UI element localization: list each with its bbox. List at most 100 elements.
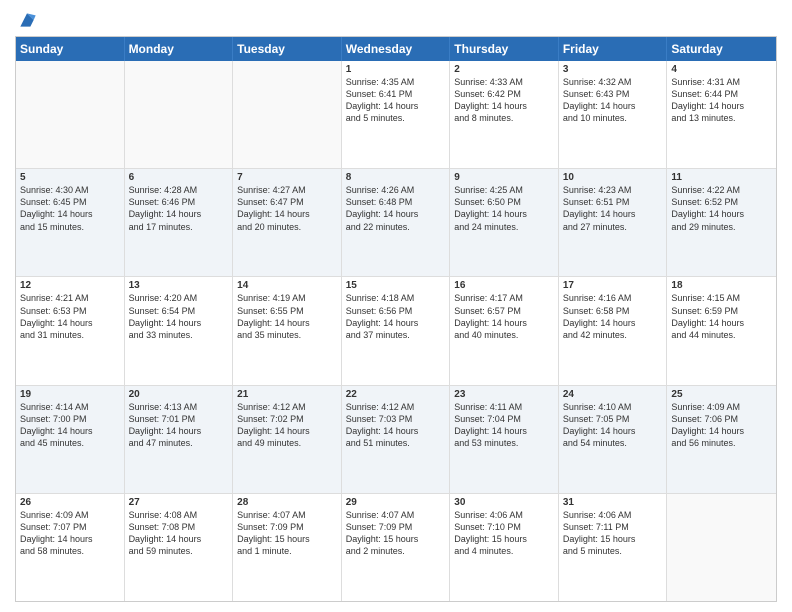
cell-info: Sunrise: 4:11 AM Sunset: 7:04 PM Dayligh…: [454, 401, 554, 450]
day-number: 14: [237, 280, 337, 291]
day-number: 19: [20, 389, 120, 400]
cell-info: Sunrise: 4:09 AM Sunset: 7:07 PM Dayligh…: [20, 509, 120, 558]
cell-info: Sunrise: 4:17 AM Sunset: 6:57 PM Dayligh…: [454, 292, 554, 341]
cell-info: Sunrise: 4:12 AM Sunset: 7:03 PM Dayligh…: [346, 401, 446, 450]
cell-info: Sunrise: 4:32 AM Sunset: 6:43 PM Dayligh…: [563, 76, 663, 125]
cell-info: Sunrise: 4:25 AM Sunset: 6:50 PM Dayligh…: [454, 184, 554, 233]
day-number: 4: [671, 64, 772, 75]
cal-cell: 29Sunrise: 4:07 AM Sunset: 7:09 PM Dayli…: [342, 494, 451, 601]
day-number: 10: [563, 172, 663, 183]
cell-info: Sunrise: 4:09 AM Sunset: 7:06 PM Dayligh…: [671, 401, 772, 450]
cell-info: Sunrise: 4:06 AM Sunset: 7:11 PM Dayligh…: [563, 509, 663, 558]
day-number: 12: [20, 280, 120, 291]
cal-cell: 18Sunrise: 4:15 AM Sunset: 6:59 PM Dayli…: [667, 277, 776, 384]
cal-row: 5Sunrise: 4:30 AM Sunset: 6:45 PM Daylig…: [16, 169, 776, 277]
cal-row: 1Sunrise: 4:35 AM Sunset: 6:41 PM Daylig…: [16, 61, 776, 169]
cal-cell: 19Sunrise: 4:14 AM Sunset: 7:00 PM Dayli…: [16, 386, 125, 493]
cal-cell: 6Sunrise: 4:28 AM Sunset: 6:46 PM Daylig…: [125, 169, 234, 276]
cal-cell: 8Sunrise: 4:26 AM Sunset: 6:48 PM Daylig…: [342, 169, 451, 276]
cal-cell: 24Sunrise: 4:10 AM Sunset: 7:05 PM Dayli…: [559, 386, 668, 493]
cell-info: Sunrise: 4:08 AM Sunset: 7:08 PM Dayligh…: [129, 509, 229, 558]
cal-cell: [125, 61, 234, 168]
cell-info: Sunrise: 4:06 AM Sunset: 7:10 PM Dayligh…: [454, 509, 554, 558]
logo-area: [15, 10, 37, 30]
cal-header-cell: Tuesday: [233, 37, 342, 61]
day-number: 13: [129, 280, 229, 291]
cal-cell: 11Sunrise: 4:22 AM Sunset: 6:52 PM Dayli…: [667, 169, 776, 276]
day-number: 7: [237, 172, 337, 183]
cell-info: Sunrise: 4:14 AM Sunset: 7:00 PM Dayligh…: [20, 401, 120, 450]
day-number: 6: [129, 172, 229, 183]
cal-row: 19Sunrise: 4:14 AM Sunset: 7:00 PM Dayli…: [16, 386, 776, 494]
cal-cell: 3Sunrise: 4:32 AM Sunset: 6:43 PM Daylig…: [559, 61, 668, 168]
cell-info: Sunrise: 4:16 AM Sunset: 6:58 PM Dayligh…: [563, 292, 663, 341]
cell-info: Sunrise: 4:10 AM Sunset: 7:05 PM Dayligh…: [563, 401, 663, 450]
cal-cell: [16, 61, 125, 168]
day-number: 16: [454, 280, 554, 291]
day-number: 20: [129, 389, 229, 400]
cal-cell: 20Sunrise: 4:13 AM Sunset: 7:01 PM Dayli…: [125, 386, 234, 493]
day-number: 15: [346, 280, 446, 291]
cal-cell: 16Sunrise: 4:17 AM Sunset: 6:57 PM Dayli…: [450, 277, 559, 384]
cell-info: Sunrise: 4:23 AM Sunset: 6:51 PM Dayligh…: [563, 184, 663, 233]
cell-info: Sunrise: 4:35 AM Sunset: 6:41 PM Dayligh…: [346, 76, 446, 125]
day-number: 23: [454, 389, 554, 400]
cell-info: Sunrise: 4:19 AM Sunset: 6:55 PM Dayligh…: [237, 292, 337, 341]
cal-cell: 12Sunrise: 4:21 AM Sunset: 6:53 PM Dayli…: [16, 277, 125, 384]
day-number: 3: [563, 64, 663, 75]
cal-cell: 17Sunrise: 4:16 AM Sunset: 6:58 PM Dayli…: [559, 277, 668, 384]
cell-info: Sunrise: 4:28 AM Sunset: 6:46 PM Dayligh…: [129, 184, 229, 233]
cell-info: Sunrise: 4:26 AM Sunset: 6:48 PM Dayligh…: [346, 184, 446, 233]
day-number: 28: [237, 497, 337, 508]
day-number: 2: [454, 64, 554, 75]
cal-cell: 25Sunrise: 4:09 AM Sunset: 7:06 PM Dayli…: [667, 386, 776, 493]
cal-cell: 13Sunrise: 4:20 AM Sunset: 6:54 PM Dayli…: [125, 277, 234, 384]
day-number: 8: [346, 172, 446, 183]
logo-icon: [17, 10, 37, 30]
cal-cell: 14Sunrise: 4:19 AM Sunset: 6:55 PM Dayli…: [233, 277, 342, 384]
cell-info: Sunrise: 4:18 AM Sunset: 6:56 PM Dayligh…: [346, 292, 446, 341]
cal-cell: 28Sunrise: 4:07 AM Sunset: 7:09 PM Dayli…: [233, 494, 342, 601]
day-number: 25: [671, 389, 772, 400]
cal-cell: 31Sunrise: 4:06 AM Sunset: 7:11 PM Dayli…: [559, 494, 668, 601]
cal-header-cell: Sunday: [16, 37, 125, 61]
calendar-body: 1Sunrise: 4:35 AM Sunset: 6:41 PM Daylig…: [16, 61, 776, 601]
calendar: SundayMondayTuesdayWednesdayThursdayFrid…: [15, 36, 777, 602]
day-number: 11: [671, 172, 772, 183]
day-number: 26: [20, 497, 120, 508]
day-number: 18: [671, 280, 772, 291]
cal-cell: 26Sunrise: 4:09 AM Sunset: 7:07 PM Dayli…: [16, 494, 125, 601]
cal-header-cell: Wednesday: [342, 37, 451, 61]
page: SundayMondayTuesdayWednesdayThursdayFrid…: [0, 0, 792, 612]
cal-cell: 23Sunrise: 4:11 AM Sunset: 7:04 PM Dayli…: [450, 386, 559, 493]
cell-info: Sunrise: 4:30 AM Sunset: 6:45 PM Dayligh…: [20, 184, 120, 233]
cal-cell: 1Sunrise: 4:35 AM Sunset: 6:41 PM Daylig…: [342, 61, 451, 168]
cell-info: Sunrise: 4:13 AM Sunset: 7:01 PM Dayligh…: [129, 401, 229, 450]
cell-info: Sunrise: 4:33 AM Sunset: 6:42 PM Dayligh…: [454, 76, 554, 125]
cell-info: Sunrise: 4:21 AM Sunset: 6:53 PM Dayligh…: [20, 292, 120, 341]
cal-header-cell: Friday: [559, 37, 668, 61]
cell-info: Sunrise: 4:07 AM Sunset: 7:09 PM Dayligh…: [237, 509, 337, 558]
cal-header-cell: Thursday: [450, 37, 559, 61]
cell-info: Sunrise: 4:27 AM Sunset: 6:47 PM Dayligh…: [237, 184, 337, 233]
cal-cell: 22Sunrise: 4:12 AM Sunset: 7:03 PM Dayli…: [342, 386, 451, 493]
day-number: 1: [346, 64, 446, 75]
cal-row: 12Sunrise: 4:21 AM Sunset: 6:53 PM Dayli…: [16, 277, 776, 385]
cal-cell: 2Sunrise: 4:33 AM Sunset: 6:42 PM Daylig…: [450, 61, 559, 168]
cal-cell: 21Sunrise: 4:12 AM Sunset: 7:02 PM Dayli…: [233, 386, 342, 493]
cell-info: Sunrise: 4:22 AM Sunset: 6:52 PM Dayligh…: [671, 184, 772, 233]
day-number: 17: [563, 280, 663, 291]
cal-cell: 15Sunrise: 4:18 AM Sunset: 6:56 PM Dayli…: [342, 277, 451, 384]
cal-header-cell: Saturday: [667, 37, 776, 61]
cell-info: Sunrise: 4:07 AM Sunset: 7:09 PM Dayligh…: [346, 509, 446, 558]
cal-cell: 10Sunrise: 4:23 AM Sunset: 6:51 PM Dayli…: [559, 169, 668, 276]
cal-cell: 4Sunrise: 4:31 AM Sunset: 6:44 PM Daylig…: [667, 61, 776, 168]
cell-info: Sunrise: 4:31 AM Sunset: 6:44 PM Dayligh…: [671, 76, 772, 125]
cell-info: Sunrise: 4:12 AM Sunset: 7:02 PM Dayligh…: [237, 401, 337, 450]
day-number: 5: [20, 172, 120, 183]
cal-cell: 30Sunrise: 4:06 AM Sunset: 7:10 PM Dayli…: [450, 494, 559, 601]
cal-cell: [233, 61, 342, 168]
day-number: 31: [563, 497, 663, 508]
day-number: 29: [346, 497, 446, 508]
cell-info: Sunrise: 4:20 AM Sunset: 6:54 PM Dayligh…: [129, 292, 229, 341]
